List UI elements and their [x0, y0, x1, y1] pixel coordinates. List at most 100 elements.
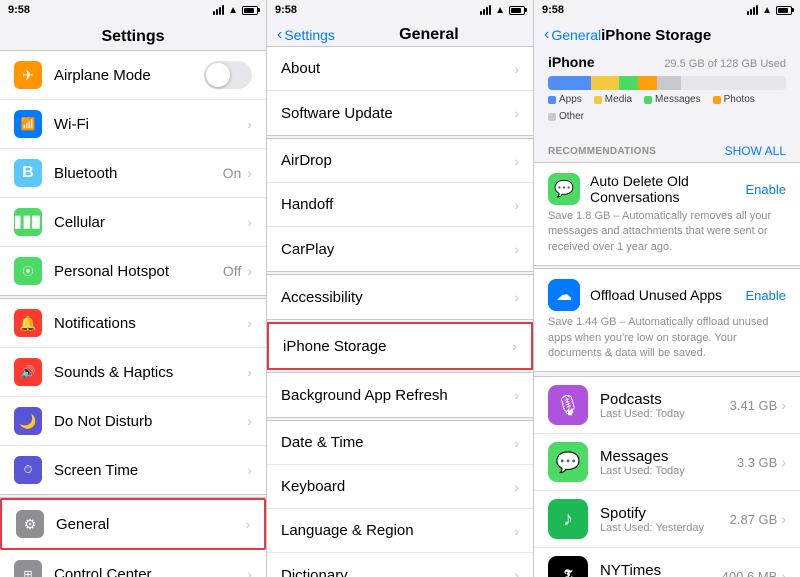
settings-item-donotdisturb[interactable]: 🌙 Do Not Disturb ›: [0, 397, 266, 446]
general-item-language[interactable]: Language & Region ›: [267, 509, 533, 553]
general-item-accessibility[interactable]: Accessibility ›: [267, 275, 533, 319]
battery-icon-1: [242, 6, 258, 15]
general-item-about[interactable]: About ›: [267, 47, 533, 91]
settings-item-sounds[interactable]: 🔊 Sounds & Haptics ›: [0, 348, 266, 397]
cellular-icon: ▋▊▉: [14, 208, 42, 236]
legend-media-label: Media: [605, 94, 632, 105]
spotify-chevron: ›: [781, 511, 786, 527]
iphone-storage-label: iPhone Storage: [283, 338, 512, 355]
rec-auto-delete[interactable]: 💬 Auto Delete Old Conversations Enable S…: [534, 162, 800, 266]
general-back-label: Settings: [284, 27, 335, 43]
messages-size: 3.3 GB: [737, 455, 777, 470]
time-1: 9:58: [8, 4, 30, 16]
general-item-airdrop[interactable]: AirDrop ›: [267, 139, 533, 183]
podcasts-icon: 🎙: [548, 385, 588, 425]
airplane-label: Airplane Mode: [54, 67, 204, 84]
nytimes-info: NYTimes Last Used: 4/30/19: [600, 562, 722, 577]
rec-auto-delete-title: Auto Delete Old Conversations: [590, 173, 746, 205]
general-item-handoff[interactable]: Handoff ›: [267, 183, 533, 227]
wifi-settings-icon: 📶: [14, 110, 42, 138]
rec-auto-delete-icon: 💬: [548, 173, 580, 205]
general-item-carplay[interactable]: CarPlay ›: [267, 227, 533, 271]
storage-info: iPhone 29.5 GB of 128 GB Used Apps Media: [534, 46, 800, 136]
general-item-datetime[interactable]: Date & Time ›: [267, 421, 533, 465]
spotify-icon: ♪: [548, 499, 588, 539]
general-icon: ⚙: [16, 510, 44, 538]
legend-photos-dot: [713, 96, 721, 104]
settings-item-cellular[interactable]: ▋▊▉ Cellular ›: [0, 198, 266, 247]
settings-item-general[interactable]: ⚙ General ›: [0, 498, 266, 550]
legend-other: Other: [548, 111, 584, 122]
settings-item-screentime[interactable]: ⏱ Screen Time ›: [0, 446, 266, 494]
general-label: General: [56, 516, 245, 533]
settings-item-controlcenter[interactable]: ⊞ Control Center ›: [0, 550, 266, 577]
donotdisturb-label: Do Not Disturb: [54, 413, 247, 430]
general-item-iphone-storage[interactable]: iPhone Storage ›: [269, 324, 531, 368]
rec-offload-title: Offload Unused Apps: [590, 287, 746, 303]
settings-item-bluetooth[interactable]: B Bluetooth On ›: [0, 149, 266, 198]
settings-title: Settings: [101, 28, 164, 45]
settings-item-wifi[interactable]: 📶 Wi-Fi ›: [0, 100, 266, 149]
notifications-chevron: ›: [247, 315, 252, 331]
dictionary-label: Dictionary: [281, 567, 514, 577]
storage-other-segment: [657, 76, 681, 90]
storage-panel: ‹ General iPhone Storage iPhone 29.5 GB …: [534, 20, 800, 577]
nytimes-icon: 𝕿: [548, 556, 588, 577]
app-item-messages[interactable]: 💬 Messages Last Used: Today 3.3 GB ›: [534, 434, 800, 491]
podcasts-last-used: Last Used: Today: [600, 408, 730, 420]
keyboard-chevron: ›: [514, 479, 519, 495]
storage-back-button[interactable]: ‹ General: [544, 26, 601, 44]
settings-panel: Settings ✈ Airplane Mode 📶 Wi-Fi › B Blu…: [0, 20, 267, 577]
wifi-icon-2: ▲: [495, 5, 505, 16]
legend-messages-label: Messages: [655, 94, 701, 105]
handoff-label: Handoff: [281, 196, 514, 213]
general-item-keyboard[interactable]: Keyboard ›: [267, 465, 533, 509]
datetime-chevron: ›: [514, 435, 519, 451]
carplay-label: CarPlay: [281, 241, 514, 258]
settings-item-airplane[interactable]: ✈ Airplane Mode: [0, 51, 266, 100]
app-item-spotify[interactable]: ♪ Spotify Last Used: Yesterday 2.87 GB ›: [534, 491, 800, 548]
airplane-icon: ✈: [14, 61, 42, 89]
app-item-podcasts[interactable]: 🎙 Podcasts Last Used: Today 3.41 GB ›: [534, 377, 800, 434]
about-label: About: [281, 60, 514, 77]
storage-legend: Apps Media Messages Photos Other: [548, 94, 786, 122]
general-item-dictionary[interactable]: Dictionary ›: [267, 553, 533, 577]
storage-device-name: iPhone: [548, 54, 595, 70]
rec-offload-action[interactable]: Enable: [746, 288, 786, 303]
general-back-button[interactable]: ‹ Settings: [277, 26, 335, 44]
screentime-chevron: ›: [247, 462, 252, 478]
general-item-bgrefresh[interactable]: Background App Refresh ›: [267, 373, 533, 417]
nytimes-size: 400.6 MB: [722, 569, 778, 577]
rec-offload[interactable]: ☁ Offload Unused Apps Enable Save 1.44 G…: [534, 268, 800, 372]
storage-apps-segment: [548, 76, 591, 90]
controlcenter-chevron: ›: [247, 566, 252, 577]
settings-item-notifications[interactable]: 🔔 Notifications ›: [0, 299, 266, 348]
storage-used-text: 29.5 GB of 128 GB Used: [664, 58, 786, 70]
sounds-chevron: ›: [247, 364, 252, 380]
general-item-software[interactable]: Software Update ›: [267, 91, 533, 135]
legend-other-label: Other: [559, 111, 584, 122]
legend-photos-label: Photos: [724, 94, 755, 105]
airdrop-label: AirDrop: [281, 152, 514, 169]
spotify-size: 2.87 GB: [730, 512, 778, 527]
storage-back-chevron: ‹: [544, 26, 549, 44]
podcasts-info: Podcasts Last Used: Today: [600, 391, 730, 420]
software-chevron: ›: [514, 105, 519, 121]
legend-media-dot: [594, 96, 602, 104]
storage-messages-segment: [619, 76, 638, 90]
status-bar-3: 9:58 ▲: [534, 0, 800, 20]
settings-header: Settings: [0, 20, 266, 50]
show-all-button[interactable]: SHOW ALL: [725, 144, 786, 158]
iphone-storage-chevron: ›: [512, 338, 517, 354]
settings-item-hotspot[interactable]: ⦿ Personal Hotspot Off ›: [0, 247, 266, 295]
airplane-toggle[interactable]: [204, 61, 252, 89]
wifi-icon-1: ▲: [228, 5, 238, 16]
bgrefresh-chevron: ›: [514, 387, 519, 403]
spotify-info: Spotify Last Used: Yesterday: [600, 505, 730, 534]
app-item-nytimes[interactable]: 𝕿 NYTimes Last Used: 4/30/19 400.6 MB ›: [534, 548, 800, 577]
general-group-4: iPhone Storage ›: [267, 322, 533, 370]
messages-icon: 💬: [548, 442, 588, 482]
controlcenter-label: Control Center: [54, 566, 247, 577]
hotspot-value: Off: [223, 263, 241, 279]
rec-auto-delete-action[interactable]: Enable: [746, 182, 786, 197]
